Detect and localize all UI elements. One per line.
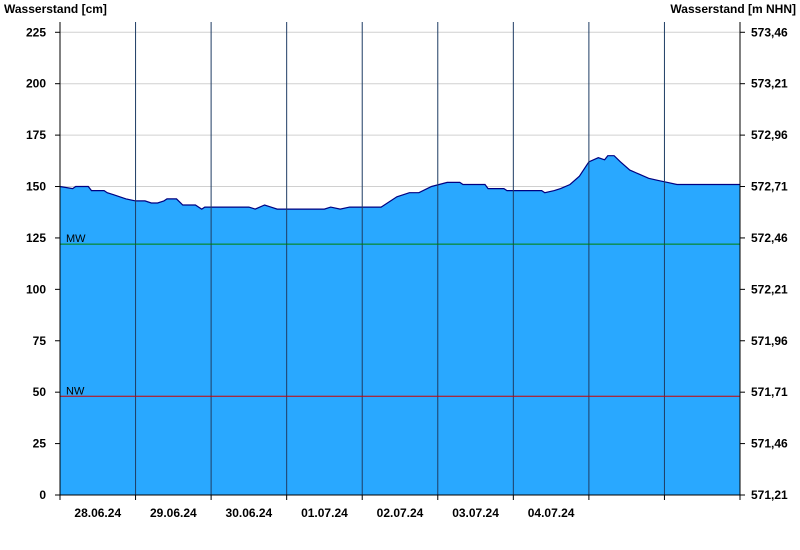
- left-axis-ticks: 0 25 50 75 100 125 150 175 200 225: [26, 25, 60, 502]
- x-tick-label: 01.07.24: [301, 506, 348, 520]
- y-left-tick-label: 200: [26, 77, 46, 91]
- y-right-tick-label: 572,46: [751, 231, 788, 245]
- water-level-chart: MWNW 0255075100125150175200225 571,21571…: [4, 2, 796, 520]
- y-left-tick-label: 50: [33, 385, 47, 399]
- y-left-tick-label: 150: [26, 180, 46, 194]
- y-right-tick-label: 571,21: [751, 488, 788, 502]
- water-level-area: [60, 155, 740, 495]
- reference-label-nw: NW: [66, 385, 85, 397]
- y-right-tick-label: 572,21: [751, 282, 788, 296]
- y-right-tick-label: 572,96: [751, 128, 788, 142]
- y-right-tick-label: 573,21: [751, 77, 788, 91]
- y-right-tick-label: 573,46: [751, 25, 788, 39]
- x-tick-label: 04.07.24: [528, 506, 575, 520]
- x-tick-label: 28.06.24: [74, 506, 121, 520]
- x-tick-label: 30.06.24: [226, 506, 273, 520]
- right-axis-title: Wasserstand [m NHN]: [670, 2, 796, 16]
- x-axis-ticks: 28.06.24 29.06.24 30.06.24 01.07.24 02.07.24…: [74, 495, 665, 520]
- y-right-tick-label: 571,46: [751, 437, 788, 451]
- y-left-tick-label: 225: [26, 25, 46, 39]
- left-axis-title: Wasserstand [cm]: [4, 2, 107, 16]
- y-left-tick-label: 25: [33, 437, 47, 451]
- y-right-tick-label: 571,96: [751, 334, 788, 348]
- y-left-tick-label: 75: [33, 334, 47, 348]
- y-left-tick-label: 175: [26, 128, 46, 142]
- y-right-tick-label: 571,71: [751, 385, 788, 399]
- x-tick-label: 29.06.24: [150, 506, 197, 520]
- y-left-tick-label: 125: [26, 231, 46, 245]
- x-tick-label: 03.07.24: [452, 506, 499, 520]
- y-left-tick-label: 0: [39, 488, 46, 502]
- x-tick-label: 02.07.24: [377, 506, 424, 520]
- y-left-tick-label: 100: [26, 282, 46, 296]
- right-axis-ticks: 571,21 571,46 571,71 571,96 572,21 572,46 572,…: [740, 25, 788, 502]
- reference-label-mw: MW: [66, 233, 86, 245]
- y-right-tick-label: 572,71: [751, 180, 788, 194]
